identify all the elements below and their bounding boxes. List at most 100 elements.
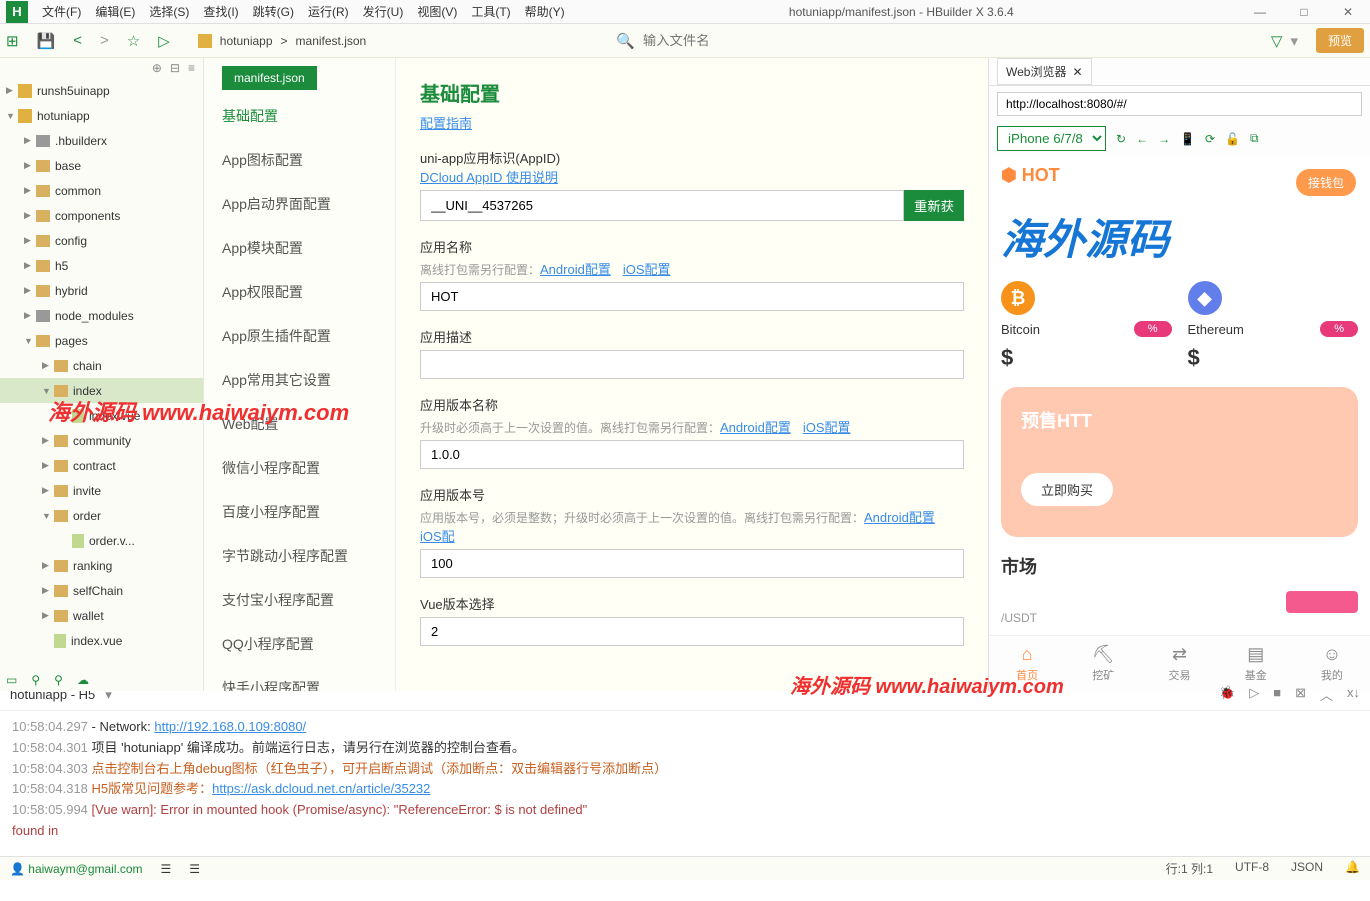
appid-help-link[interactable]: DCloud AppID 使用说明 bbox=[420, 170, 558, 185]
sidebar-tool2-icon[interactable]: ⚲ bbox=[31, 673, 40, 687]
manifest-nav-item[interactable]: Web配置 bbox=[204, 402, 395, 446]
device-select[interactable]: iPhone 6/7/8 bbox=[997, 126, 1106, 151]
buy-now-button[interactable]: 立即购买 bbox=[1021, 473, 1113, 506]
tree-item[interactable]: ▼order bbox=[0, 503, 203, 528]
tree-item[interactable]: ▶config bbox=[0, 228, 203, 253]
rotate-icon[interactable]: ⟳ bbox=[1205, 132, 1215, 146]
new-file-icon[interactable]: ⊞ bbox=[6, 32, 19, 50]
dropdown-icon[interactable]: ▾ bbox=[1290, 32, 1298, 50]
add-icon[interactable]: ⊕ bbox=[152, 61, 162, 75]
sidebar-tool3-icon[interactable]: ⚲ bbox=[54, 673, 63, 687]
nav-forward-icon[interactable]: > bbox=[100, 32, 109, 49]
menu-item[interactable]: 视图(V) bbox=[417, 3, 457, 20]
manifest-nav-item[interactable]: App图标配置 bbox=[204, 138, 395, 182]
tree-item[interactable]: ▶hybrid bbox=[0, 278, 203, 303]
appdesc-input[interactable] bbox=[420, 350, 964, 379]
menu-item[interactable]: 发行(U) bbox=[363, 3, 404, 20]
collapse-console-icon[interactable]: ︿ bbox=[1320, 685, 1333, 704]
menu-item[interactable]: 跳转(G) bbox=[253, 3, 294, 20]
close-console-icon[interactable]: x↓ bbox=[1347, 685, 1360, 704]
tree-item[interactable]: index.vue bbox=[0, 403, 203, 428]
menu-icon[interactable]: ≡ bbox=[188, 61, 195, 75]
external-icon[interactable]: ⧉ bbox=[1250, 131, 1259, 146]
tree-item[interactable]: ▼pages bbox=[0, 328, 203, 353]
promo-card[interactable]: 预售HTT 立即购买 bbox=[1001, 387, 1358, 537]
maximize-button[interactable]: □ bbox=[1282, 0, 1326, 24]
refresh-icon[interactable]: ↻ bbox=[1116, 132, 1126, 146]
manifest-nav-item[interactable]: 百度小程序配置 bbox=[204, 490, 395, 534]
close-button[interactable]: ✕ bbox=[1326, 0, 1370, 24]
phone-icon[interactable]: 📱 bbox=[1180, 132, 1195, 146]
stop-icon[interactable]: ■ bbox=[1273, 685, 1281, 704]
tree-item[interactable]: order.v... bbox=[0, 528, 203, 553]
file-search-input[interactable] bbox=[643, 33, 843, 48]
tree-item[interactable]: ▶chain bbox=[0, 353, 203, 378]
nav-item[interactable]: ⇄交易 bbox=[1141, 644, 1217, 683]
close-tab-icon[interactable]: ✕ bbox=[1072, 65, 1082, 79]
tree-item[interactable]: ▶invite bbox=[0, 478, 203, 503]
tree-item[interactable]: ▶node_modules bbox=[0, 303, 203, 328]
vue-input[interactable] bbox=[420, 617, 964, 646]
status-icon2[interactable]: ☰ bbox=[189, 862, 200, 876]
menu-item[interactable]: 编辑(E) bbox=[95, 3, 135, 20]
menu-item[interactable]: 文件(F) bbox=[42, 3, 81, 20]
breadcrumb-file[interactable]: manifest.json bbox=[296, 34, 367, 48]
regen-appid-button[interactable]: 重新获 bbox=[904, 190, 964, 221]
save-icon[interactable]: 💾 bbox=[37, 32, 56, 50]
forward-icon[interactable]: → bbox=[1158, 132, 1170, 146]
lock-icon[interactable]: 🔓 bbox=[1225, 132, 1240, 146]
manifest-nav-item[interactable]: 微信小程序配置 bbox=[204, 446, 395, 490]
tree-item[interactable]: index.vue bbox=[0, 628, 203, 653]
connect-wallet-button[interactable]: 接钱包 bbox=[1296, 169, 1356, 196]
nav-item[interactable]: ☺我的 bbox=[1294, 644, 1370, 683]
clear-icon[interactable]: ⊠ bbox=[1295, 685, 1306, 704]
bug-icon[interactable]: 🐞 bbox=[1219, 685, 1235, 704]
tree-item[interactable]: ▶community bbox=[0, 428, 203, 453]
breadcrumb-project[interactable]: hotuniapp bbox=[220, 34, 273, 48]
appname-input[interactable] bbox=[420, 282, 964, 311]
manifest-nav-item[interactable]: 字节跳动小程序配置 bbox=[204, 534, 395, 578]
tree-item[interactable]: ▶ranking bbox=[0, 553, 203, 578]
vercode-input[interactable] bbox=[420, 549, 964, 578]
menu-item[interactable]: 工具(T) bbox=[471, 3, 510, 20]
nav-item[interactable]: ⛏挖矿 bbox=[1065, 644, 1141, 683]
collapse-icon[interactable]: ⊟ bbox=[170, 61, 180, 75]
menu-item[interactable]: 帮助(Y) bbox=[525, 3, 565, 20]
tree-item[interactable]: ▶runsh5uinapp bbox=[0, 78, 203, 103]
encoding[interactable]: UTF-8 bbox=[1235, 860, 1269, 877]
coin-card[interactable]: ₿Bitcoin%$ bbox=[1001, 281, 1172, 371]
tree-item[interactable]: ▶selfChain bbox=[0, 578, 203, 603]
nav-back-icon[interactable]: < bbox=[73, 32, 82, 49]
back-icon[interactable]: ← bbox=[1136, 132, 1148, 146]
user-email[interactable]: 👤 haiwaym@gmail.com bbox=[10, 862, 143, 876]
manifest-nav-item[interactable]: 基础配置 bbox=[204, 94, 395, 138]
star-icon[interactable]: ☆ bbox=[127, 32, 140, 50]
appid-input[interactable] bbox=[420, 190, 904, 221]
status-icon1[interactable]: ☰ bbox=[161, 862, 172, 876]
language-mode[interactable]: JSON bbox=[1291, 860, 1323, 877]
sidebar-tool1-icon[interactable]: ▭ bbox=[6, 673, 17, 687]
filter-icon[interactable]: ▽ bbox=[1271, 32, 1283, 50]
manifest-nav-item[interactable]: App原生插件配置 bbox=[204, 314, 395, 358]
manifest-nav-item[interactable]: QQ小程序配置 bbox=[204, 622, 395, 666]
search-icon[interactable]: 🔍 bbox=[616, 32, 635, 50]
manifest-nav-item[interactable]: 支付宝小程序配置 bbox=[204, 578, 395, 622]
ios-config-link[interactable]: iOS配置 bbox=[623, 262, 671, 277]
nav-item[interactable]: ⌂首页 bbox=[989, 644, 1065, 683]
minimize-button[interactable]: — bbox=[1238, 0, 1282, 24]
browser-tab[interactable]: Web浏览器✕ bbox=[997, 58, 1092, 85]
manifest-nav-item[interactable]: App启动界面配置 bbox=[204, 182, 395, 226]
preview-button[interactable]: 预览 bbox=[1316, 28, 1364, 53]
menu-item[interactable]: 查找(I) bbox=[203, 3, 238, 20]
tree-item[interactable]: ▶contract bbox=[0, 453, 203, 478]
android-config-link[interactable]: Android配置 bbox=[540, 262, 611, 277]
run-icon[interactable]: ▷ bbox=[158, 32, 170, 50]
tree-item[interactable]: ▶.hbuilderx bbox=[0, 128, 203, 153]
config-guide-link[interactable]: 配置指南 bbox=[420, 116, 472, 131]
tree-item[interactable]: ▶h5 bbox=[0, 253, 203, 278]
tree-item[interactable]: ▶base bbox=[0, 153, 203, 178]
url-input[interactable] bbox=[997, 92, 1362, 116]
menu-item[interactable]: 运行(R) bbox=[308, 3, 349, 20]
pink-button[interactable] bbox=[1286, 591, 1358, 613]
tree-item[interactable]: ▼hotuniapp bbox=[0, 103, 203, 128]
